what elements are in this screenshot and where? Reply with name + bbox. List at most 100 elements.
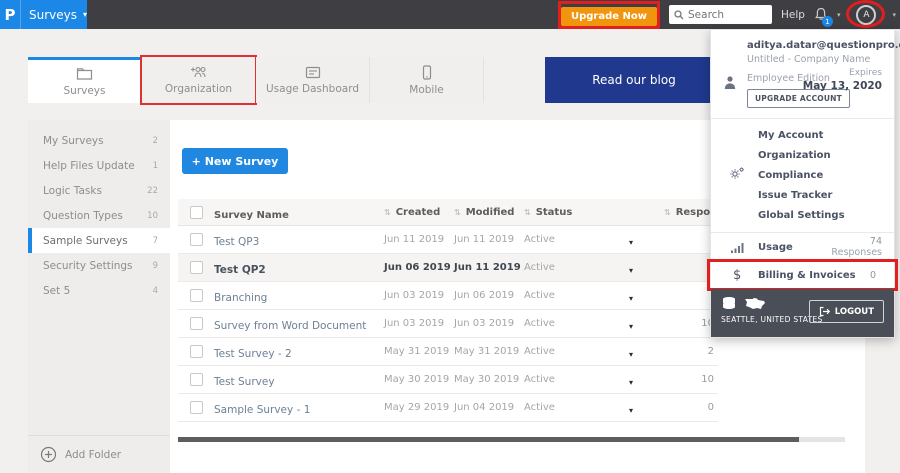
tab-mobile[interactable]: Mobile [370, 57, 484, 103]
modified-date: Jun 11 2019 [454, 234, 515, 245]
modified-date: May 30 2019 [454, 374, 520, 385]
survey-name-link[interactable]: Test QP3 [214, 236, 259, 248]
account-chevron-icon[interactable]: ▾ [892, 11, 896, 19]
row-actions-caret-icon[interactable]: ▾ [629, 406, 633, 415]
row-actions-caret-icon[interactable]: ▾ [629, 322, 633, 331]
help-link[interactable]: Help [781, 9, 805, 21]
menu-item-billing-invoices[interactable]: $ Billing & Invoices 0 [707, 259, 898, 291]
survey-name-link[interactable]: Test Survey [214, 376, 275, 388]
survey-name-link[interactable]: Branching [214, 292, 267, 304]
account-dropdown-panel: aditya.datar@questionpro.c... Untitled -… [707, 29, 900, 338]
created-date: Jun 11 2019 [384, 234, 445, 245]
account-footer: SEATTLE, UNITED STATES LOGOUT [711, 289, 894, 337]
upgrade-now-button[interactable]: Upgrade Now [561, 6, 658, 26]
sidebar-item-help-files-update[interactable]: Help Files Update 1 [28, 153, 170, 178]
sidebar-item-security-settings[interactable]: Security Settings 9 [28, 253, 170, 278]
sidebar-item-logic-tasks[interactable]: Logic Tasks 22 [28, 178, 170, 203]
status-value: Active [524, 318, 555, 329]
row-actions-caret-icon[interactable]: ▾ [629, 294, 633, 303]
sidebar-item-set-5[interactable]: Set 5 4 [28, 278, 170, 303]
modified-date: Jun 11 2019 [454, 262, 521, 273]
survey-name-link[interactable]: Survey from Word Document [214, 320, 366, 332]
created-date: May 31 2019 [384, 346, 450, 357]
dashboard-icon [305, 66, 321, 79]
row-checkbox[interactable] [189, 233, 203, 246]
tab-surveys-label: Surveys [63, 84, 106, 97]
responses-count: 0 [707, 402, 714, 413]
table-row: Test QP3 Jun 11 2019 Jun 11 2019 Active … [178, 226, 718, 254]
row-actions-caret-icon[interactable]: ▾ [629, 266, 633, 275]
menu-item-issue-tracker[interactable]: Issue Tracker [711, 186, 894, 206]
menu-item-my-account[interactable]: My Account [711, 126, 894, 146]
row-checkbox[interactable] [189, 317, 203, 330]
add-folder-label: Add Folder [65, 448, 122, 461]
menu-item-usage[interactable]: Usage 74 Responses [711, 233, 894, 262]
expires-date: May 13, 2020 [802, 80, 882, 92]
table-row: Test QP2 Jun 06 2019 Jun 11 2019 Active … [178, 254, 718, 282]
table-row: Test Survey May 30 2019 May 30 2019 Acti… [178, 366, 718, 394]
col-created[interactable]: Created [396, 207, 441, 218]
menu-item-global-settings[interactable]: Global Settings [711, 206, 894, 226]
tab-usage-dashboard[interactable]: Usage Dashboard [256, 57, 370, 103]
sort-created-icon[interactable]: ⇅ [384, 208, 391, 217]
survey-name-link[interactable]: Sample Survey - 1 [214, 404, 310, 416]
user-icon [723, 56, 737, 108]
table-header-row: Survey Name ⇅ Created ⇅ Modified ⇅ Status ⇅… [178, 199, 736, 226]
sidebar-item-my-surveys[interactable]: My Surveys 2 [28, 128, 170, 153]
mobile-icon [422, 64, 432, 80]
sort-status-icon[interactable]: ⇅ [524, 208, 531, 217]
logout-icon [819, 306, 830, 317]
tab-surveys[interactable]: Surveys [28, 57, 142, 103]
folder-count: 1 [152, 160, 158, 171]
survey-name-link[interactable]: Test QP2 [214, 264, 266, 276]
expires-label: Expires [849, 68, 882, 78]
col-status[interactable]: Status [536, 207, 573, 218]
menu-item-organization[interactable]: Organization [711, 146, 894, 166]
select-all-checkbox[interactable] [189, 205, 203, 219]
modified-date: Jun 03 2019 [454, 318, 515, 329]
add-folder-button[interactable]: Add Folder [28, 435, 170, 473]
survey-name-link[interactable]: Test Survey - 2 [214, 348, 292, 360]
new-survey-button[interactable]: + New Survey [182, 148, 288, 174]
organization-annotation-box [140, 55, 257, 105]
row-checkbox[interactable] [189, 289, 203, 302]
account-menu-trigger[interactable]: A [846, 0, 886, 29]
row-checkbox[interactable] [189, 373, 203, 386]
account-menu-list: My Account Organization Compliance Issue… [711, 119, 894, 233]
modified-date: Jun 06 2019 [454, 290, 515, 301]
avatar[interactable]: A [856, 4, 877, 25]
notifications-chevron-icon[interactable]: ▾ [837, 11, 841, 19]
search-box[interactable] [669, 5, 773, 24]
folder-label: Sample Surveys [43, 234, 128, 247]
chevron-down-icon: ▾ [82, 10, 87, 19]
questionpro-logo[interactable]: P [0, 0, 21, 29]
folder-icon [76, 67, 93, 81]
module-tabs: Surveys Organization Usage Dashboard Mob… [28, 55, 484, 105]
status-value: Active [524, 374, 555, 385]
product-switcher[interactable]: P Surveys ▾ [0, 0, 87, 29]
sidebar-item-sample-surveys[interactable]: Sample Surveys 7 [28, 228, 170, 253]
folder-count: 22 [147, 185, 158, 196]
sidebar-item-question-types[interactable]: Question Types 10 [28, 203, 170, 228]
read-our-blog-banner[interactable]: Read our blog [545, 57, 723, 103]
horizontal-scrollbar-thumb[interactable] [178, 437, 799, 442]
top-bar: P Surveys ▾ Upgrade Now Help 1 ▾ A ▾ [0, 0, 900, 29]
status-value: Active [524, 262, 555, 273]
row-actions-caret-icon[interactable]: ▾ [629, 238, 633, 247]
row-actions-caret-icon[interactable]: ▾ [629, 350, 633, 359]
search-input[interactable] [688, 8, 769, 21]
created-date: Jun 03 2019 [384, 290, 445, 301]
notifications-button[interactable]: 1 [814, 7, 833, 27]
add-users-icon [190, 65, 208, 79]
row-actions-caret-icon[interactable]: ▾ [629, 378, 633, 387]
horizontal-scrollbar[interactable] [178, 437, 845, 442]
status-value: Active [524, 402, 555, 413]
row-checkbox[interactable] [189, 401, 203, 414]
logout-button[interactable]: LOGOUT [808, 300, 884, 323]
sort-responses-icon[interactable]: ⇅ [664, 208, 671, 217]
tab-organization[interactable]: Organization [140, 55, 257, 105]
row-checkbox[interactable] [189, 345, 203, 358]
col-modified[interactable]: Modified [466, 207, 515, 218]
row-checkbox[interactable] [189, 261, 203, 274]
sort-modified-icon[interactable]: ⇅ [454, 208, 461, 217]
